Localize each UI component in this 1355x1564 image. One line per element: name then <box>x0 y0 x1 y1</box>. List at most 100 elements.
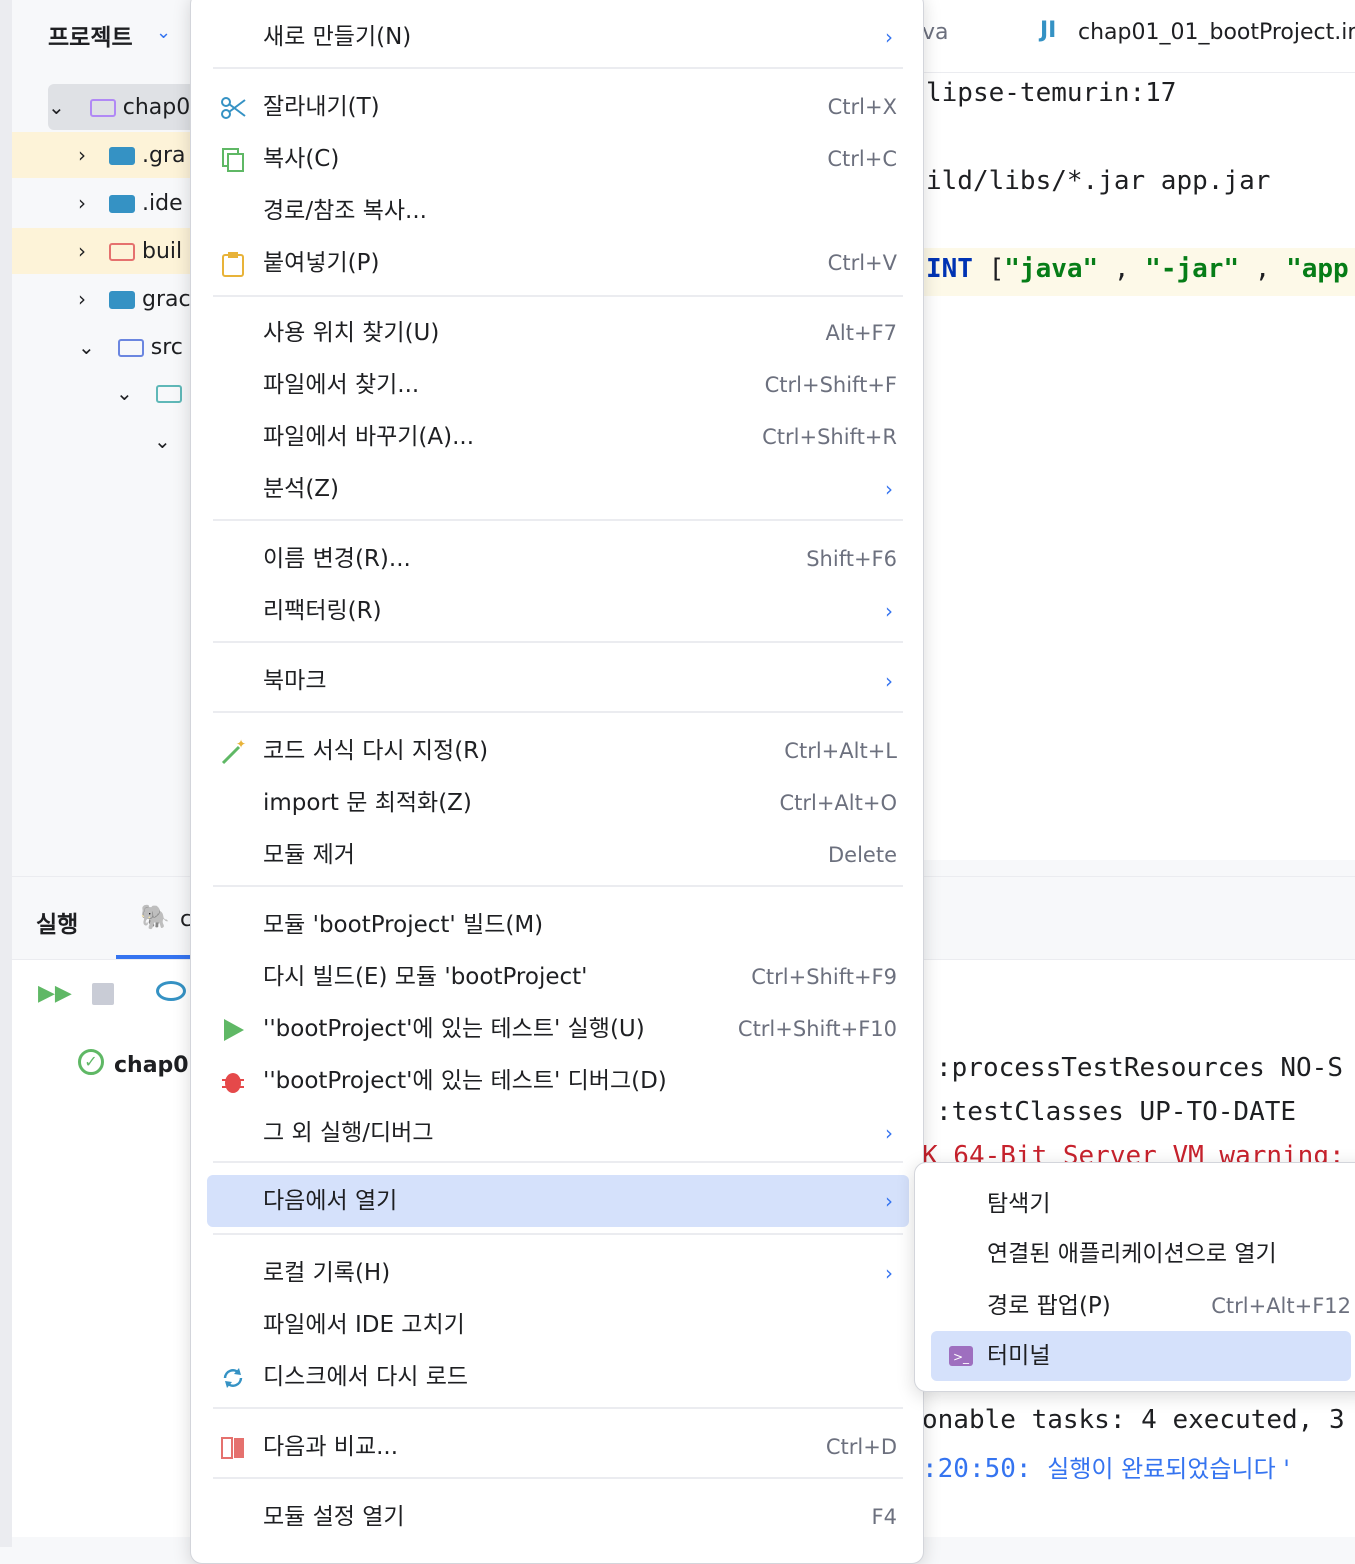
magic-wand-icon: ✦ <box>219 737 247 766</box>
menu-item-20[interactable]: 다음에서 열기 › <box>207 1175 909 1227</box>
chevron-right-icon[interactable]: › <box>78 143 86 167</box>
submenu-item-0[interactable]: 탐색기 <box>931 1179 1351 1229</box>
context-menu: 새로 만들기(N) › 잘라내기(T) Ctrl+X 복사(C) Ctrl+C 경로/참조 … <box>190 0 924 1564</box>
menu-item-shortcut: Ctrl+V <box>827 251 897 275</box>
tree-item-label: .gra <box>142 143 186 168</box>
run-icon <box>219 1016 247 1044</box>
scissors-icon <box>219 94 247 122</box>
menu-item-label: 잘라내기(T) <box>263 94 380 120</box>
menu-item-18[interactable]: ''bootProject'에 있는 테스트' 디버그(D) <box>207 1055 909 1107</box>
tree-item-gradle[interactable]: › grac <box>12 276 212 322</box>
menu-item-21[interactable]: 로컬 기록(H) › <box>207 1247 909 1299</box>
menu-item-shortcut: Ctrl+C <box>827 147 897 171</box>
menu-item-19[interactable]: 그 외 실행/디버그 › <box>207 1107 909 1159</box>
menu-item-9[interactable]: 이름 변경(R)... Shift+F6 <box>207 533 909 585</box>
menu-item-label: 로컬 기록(H) <box>263 1260 391 1286</box>
menu-item-17[interactable]: ''bootProject'에 있는 테스트' 실행(U) Ctrl+Shift+… <box>207 1003 909 1055</box>
tree-item-label: grac <box>142 287 191 312</box>
chevron-right-icon[interactable]: › <box>78 191 86 215</box>
menu-item-4[interactable]: 붙여넣기(P) Ctrl+V <box>207 237 909 289</box>
tree-item-main[interactable]: ⌄ r <box>12 370 212 416</box>
menu-item-24[interactable]: 다음과 비교... Ctrl+D <box>207 1421 909 1473</box>
menu-item-13[interactable]: import 문 최적화(Z) Ctrl+Alt+O <box>207 777 909 829</box>
project-panel-title[interactable]: 프로젝트 <box>48 18 133 52</box>
chevron-down-icon[interactable]: ⌄ <box>78 335 95 359</box>
editor-tab[interactable]: chap01_01_bootProject.im <box>1078 20 1355 45</box>
tree-item-label: src <box>150 335 183 360</box>
menu-item-label: 파일에서 IDE 고치기 <box>263 1312 465 1338</box>
folder-icon <box>109 147 135 165</box>
chevron-down-icon[interactable]: ⌄ <box>156 22 171 43</box>
tree-item-java[interactable]: ⌄ <box>12 418 212 464</box>
menu-item-25[interactable]: 모듈 설정 열기 F4 <box>207 1491 909 1543</box>
tree-item-idea-dir[interactable]: › .ide <box>12 180 212 226</box>
menu-item-label: 코드 서식 다시 지정(R) <box>263 738 489 764</box>
menu-item-label: 사용 위치 찾기(U) <box>263 320 440 346</box>
menu-item-10[interactable]: 리팩터링(R) › <box>207 585 909 637</box>
menu-item-14[interactable]: 모듈 제거 Delete <box>207 829 909 881</box>
chevron-right-icon[interactable]: › <box>78 287 86 311</box>
chevron-right-icon: › <box>885 25 893 49</box>
menu-item-label: 모듈 설정 열기 <box>263 1504 405 1530</box>
tree-item-build-dir[interactable]: › buil <box>12 228 212 274</box>
menu-item-16[interactable]: 다시 빌드(E) 모듈 'bootProject' Ctrl+Shift+F9 <box>207 951 909 1003</box>
chevron-down-icon[interactable]: ⌄ <box>48 95 65 119</box>
stop-icon[interactable] <box>92 983 114 1005</box>
menu-item-label: 분석(Z) <box>263 476 340 502</box>
folder-icon <box>117 339 144 357</box>
menu-item-5[interactable]: 사용 위치 찾기(U) Alt+F7 <box>207 307 909 359</box>
submenu-item-2[interactable]: 경로 팝업(P) Ctrl+Alt+F12 <box>931 1281 1351 1331</box>
editor-tab[interactable]: va <box>922 20 949 45</box>
menu-item-shortcut: F4 <box>871 1505 897 1529</box>
menu-separator <box>213 1161 903 1163</box>
open-in-submenu: 탐색기 연결된 애플리케이션으로 열기 경로 팝업(P) Ctrl+Alt+F12 >_… <box>914 1162 1355 1392</box>
menu-item-3[interactable]: 경로/참조 복사... <box>207 185 909 237</box>
run-panel-title[interactable]: 실행 <box>36 905 78 939</box>
code-string: "-jar" <box>1145 254 1240 284</box>
tree-item-src[interactable]: ⌄ src <box>12 324 212 370</box>
folder-icon <box>109 195 135 213</box>
chevron-right-icon: › <box>885 669 893 693</box>
menu-separator <box>213 67 903 69</box>
menu-separator <box>213 1407 903 1409</box>
menu-item-label: 새로 만들기(N) <box>263 24 412 50</box>
code-editor[interactable]: va JI chap01_01_bootProject.im lipse-tem… <box>922 0 1355 860</box>
menu-item-shortcut: Ctrl+Shift+F9 <box>751 965 897 989</box>
folder-icon <box>109 243 135 261</box>
console-finished-text: 실행이 완료되었습니다 ' <box>1047 1455 1290 1483</box>
menu-item-15[interactable]: 모듈 'bootProject' 빌드(M) <box>207 899 909 951</box>
menu-item-6[interactable]: 파일에서 찾기... Ctrl+Shift+F <box>207 359 909 411</box>
menu-item-8[interactable]: 분석(Z) › <box>207 463 909 515</box>
menu-item-0[interactable]: 새로 만들기(N) › <box>207 11 909 63</box>
gradle-elephant-icon: 🐘 <box>140 903 170 931</box>
submenu-item-1[interactable]: 연결된 애플리케이션으로 열기 <box>931 1229 1351 1279</box>
submenu-item-3[interactable]: >_ 터미널 <box>931 1331 1351 1381</box>
menu-item-23[interactable]: 디스크에서 다시 로드 <box>207 1351 909 1403</box>
submenu-item-shortcut: Ctrl+Alt+F12 <box>1211 1294 1351 1318</box>
menu-item-12[interactable]: ✦ 코드 서식 다시 지정(R) Ctrl+Alt+L <box>207 725 909 777</box>
tree-item-gradle-dir[interactable]: › .gra <box>12 132 212 178</box>
chevron-right-icon[interactable]: › <box>78 239 86 263</box>
console-line: onable tasks: 4 executed, 3 <box>922 1405 1345 1435</box>
console-line: :testClasses UP-TO-DATE <box>936 1097 1297 1127</box>
eye-icon[interactable] <box>156 981 186 1001</box>
menu-item-22[interactable]: 파일에서 IDE 고치기 <box>207 1299 909 1351</box>
menu-item-7[interactable]: 파일에서 바꾸기(A)... Ctrl+Shift+R <box>207 411 909 463</box>
menu-item-label: 파일에서 찾기... <box>263 372 420 398</box>
reload-icon <box>219 1364 247 1392</box>
code-keyword: INT <box>926 254 973 284</box>
menu-item-label: 모듈 제거 <box>263 842 355 868</box>
code-string: "java" <box>1004 254 1099 284</box>
chevron-down-icon[interactable]: ⌄ <box>116 381 133 405</box>
menu-item-2[interactable]: 복사(C) Ctrl+C <box>207 133 909 185</box>
menu-item-1[interactable]: 잘라내기(T) Ctrl+X <box>207 81 909 133</box>
menu-separator <box>213 1477 903 1479</box>
tree-item-root[interactable]: ⌄ chap01 <box>48 84 212 130</box>
menu-item-shortcut: Ctrl+X <box>827 95 897 119</box>
svg-text:✦: ✦ <box>236 738 246 751</box>
menu-item-label: 다음에서 열기 <box>263 1188 398 1214</box>
rerun-icon[interactable]: ▶▶ <box>38 981 72 1006</box>
menu-item-11[interactable]: 북마크 › <box>207 655 909 707</box>
menu-separator <box>213 519 903 521</box>
chevron-down-icon[interactable]: ⌄ <box>154 429 171 453</box>
